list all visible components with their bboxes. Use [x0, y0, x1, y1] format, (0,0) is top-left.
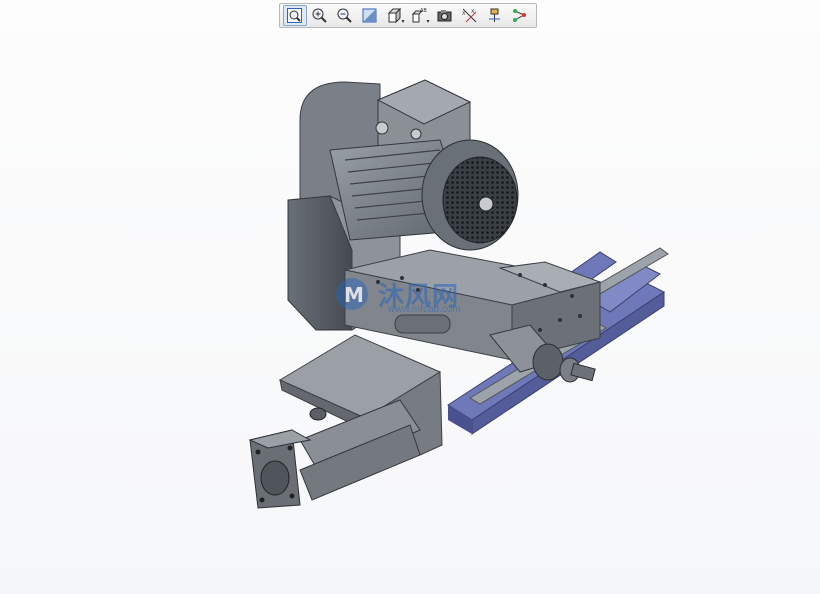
feed-cylinder [248, 399, 421, 509]
watermark-logo-letter: M [344, 283, 364, 307]
watermark-url-text: www.mfcad.com [388, 304, 461, 315]
3d-model-viewport[interactable]: ▾ AB ▾ XX M 沐风网 www.mfcad.com [0, 0, 820, 594]
brand-watermark: M [336, 278, 368, 310]
